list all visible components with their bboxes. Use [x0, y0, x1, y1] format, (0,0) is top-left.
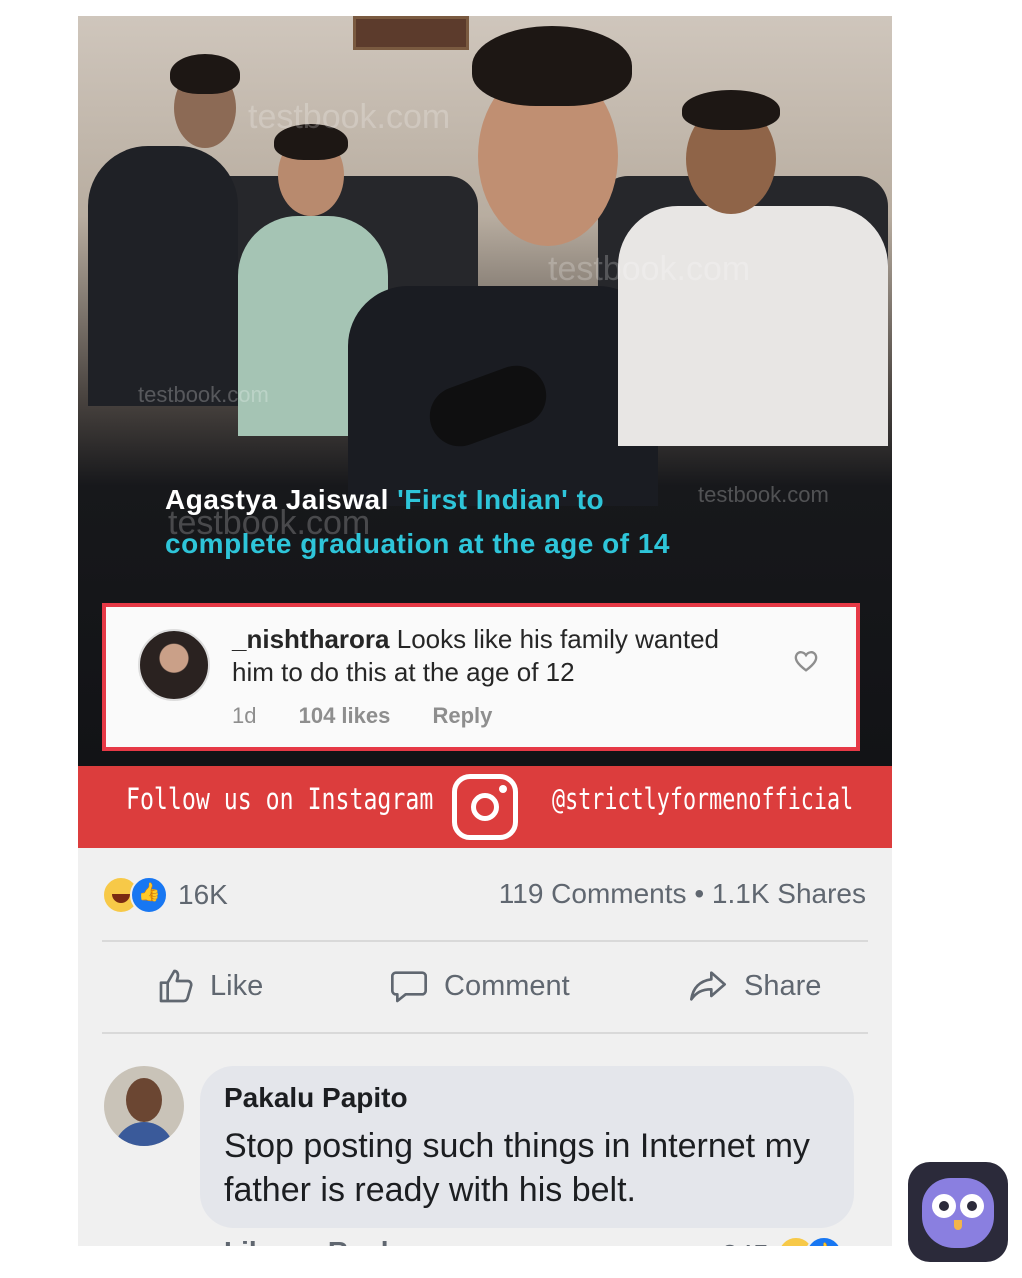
post-card: testbook.com testbook.com testbook.com t…	[78, 16, 892, 1246]
comment-text: Stop posting such things in Internet my …	[224, 1127, 810, 1209]
headline-part-1: 'First Indian' to	[397, 484, 605, 515]
like-button[interactable]: Like	[156, 966, 263, 1006]
owl-icon	[922, 1178, 994, 1248]
headline-part-2: complete graduation at the age of 14	[165, 528, 670, 559]
ig-comment-text: _nishtharora Looks like his family wante…	[232, 623, 752, 689]
instagram-comment-highlight: _nishtharora Looks like his family wante…	[102, 603, 860, 751]
avatar[interactable]	[104, 1066, 184, 1146]
banner-handle: @strictlyformenofficial	[552, 782, 854, 816]
post-photo[interactable]: testbook.com testbook.com testbook.com t…	[78, 16, 892, 766]
watermark: testbook.com	[138, 382, 269, 407]
owl-app-icon[interactable]	[908, 1162, 1008, 1262]
comment-reaction-count[interactable]: 845	[722, 1236, 843, 1246]
ig-comment-time: 1d	[232, 703, 257, 728]
comment-label: Comment	[444, 969, 570, 1002]
thumbs-up-icon	[159, 969, 193, 1003]
comment-like-link[interactable]: Like	[224, 1236, 280, 1246]
comments-shares-count[interactable]: 119 Comments • 1.1K Shares	[499, 878, 866, 910]
ig-reply-link[interactable]: Reply	[432, 703, 492, 728]
watermark: testbook.com	[548, 250, 751, 288]
watermark: testbook.com	[248, 98, 451, 136]
news-headline: Agastya Jaiswal 'First Indian' to comple…	[165, 478, 865, 566]
facebook-post-footer: 16K 119 Comments • 1.1K Shares Like Comm…	[78, 848, 892, 1246]
headline-name: Agastya Jaiswal	[165, 484, 389, 515]
reaction-summary[interactable]: 16K	[102, 876, 228, 914]
divider	[102, 1032, 868, 1034]
share-button[interactable]: Share	[686, 966, 821, 1006]
comment-reaction-number: 845	[722, 1239, 769, 1246]
ig-comment-meta: 1d 104 likes Reply	[232, 703, 528, 729]
like-icon	[804, 1236, 843, 1246]
comment-bubble: Pakalu Papito Stop posting such things i…	[200, 1066, 854, 1228]
follow-banner: Follow us on Instagram @strictlyformenof…	[78, 766, 892, 848]
share-icon	[690, 971, 726, 1001]
instagram-icon	[452, 774, 518, 840]
avatar[interactable]	[138, 629, 210, 701]
comment-icon	[391, 971, 427, 1003]
comment-reply-link[interactable]: Reply	[328, 1236, 404, 1246]
comment-button[interactable]: Comment	[388, 966, 570, 1006]
heart-icon[interactable]	[792, 647, 820, 675]
comment-actions: Like Reply	[224, 1236, 444, 1246]
banner-follow-text: Follow us on Instagram	[126, 782, 434, 816]
commenter-name[interactable]: Pakalu Papito	[224, 1082, 408, 1114]
share-label: Share	[744, 969, 822, 1002]
ig-username[interactable]: _nishtharora	[232, 624, 390, 654]
reaction-count: 16K	[178, 879, 228, 910]
divider	[102, 940, 868, 942]
ig-comment-likes[interactable]: 104 likes	[299, 703, 391, 728]
like-icon	[130, 876, 168, 914]
wall-frame	[353, 16, 469, 50]
like-label: Like	[210, 969, 264, 1002]
